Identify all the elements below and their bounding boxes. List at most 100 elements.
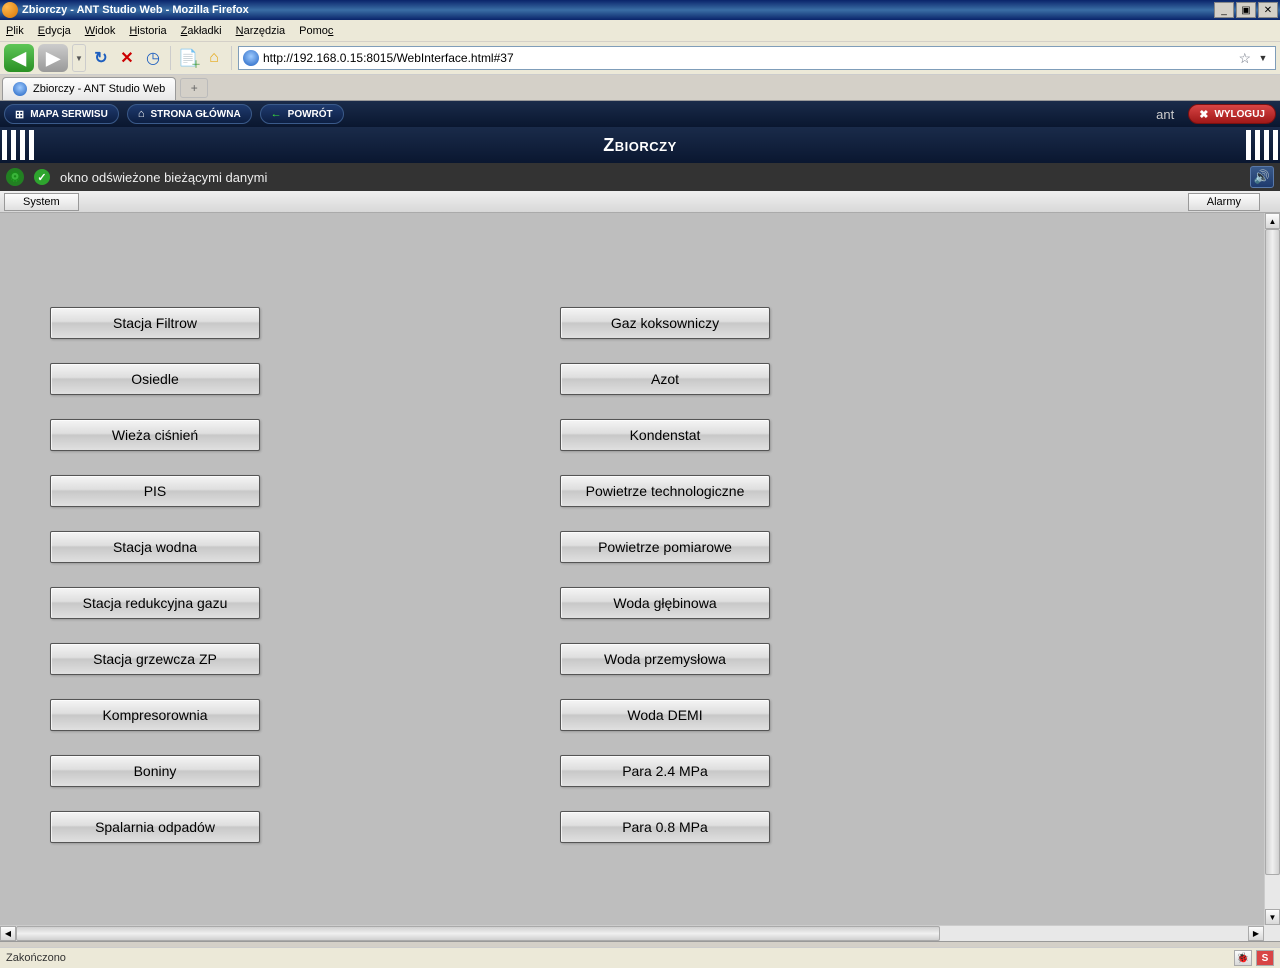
tab-alarms[interactable]: Alarmy xyxy=(1188,193,1260,211)
btn-woda-glebinowa[interactable]: Woda głębinowa xyxy=(560,587,770,619)
back-button[interactable]: ◀ xyxy=(4,44,34,72)
vscroll-track[interactable] xyxy=(1265,229,1280,909)
menu-bookmarks[interactable]: Zakładki xyxy=(181,25,222,37)
firebug-icon[interactable]: 🐞 xyxy=(1234,950,1252,966)
home-page-button[interactable]: ⌂ STRONA GŁÓWNA xyxy=(127,104,252,124)
url-dropdown[interactable]: ▼ xyxy=(1255,53,1271,63)
sub-tab-row: System Alarmy xyxy=(0,191,1280,213)
logout-button[interactable]: ✖ WYLOGUJ xyxy=(1188,104,1276,124)
tab-strip: Zbiorczy - ANT Studio Web + xyxy=(0,75,1280,101)
hscroll-thumb[interactable] xyxy=(16,926,940,941)
btn-woda-przemyslowa[interactable]: Woda przemysłowa xyxy=(560,643,770,675)
history-dropdown[interactable]: ▼ xyxy=(72,44,86,72)
btn-azot[interactable]: Azot xyxy=(560,363,770,395)
button-column-left: Stacja Filtrow Osiedle Wieża ciśnień PIS… xyxy=(50,307,260,843)
sitemap-icon: ⊞ xyxy=(15,108,24,121)
btn-pis[interactable]: PIS xyxy=(50,475,260,507)
status-message: okno odświeżone bieżącymi danymi xyxy=(60,170,267,185)
btn-boniny[interactable]: Boniny xyxy=(50,755,260,787)
btn-kompresorownia[interactable]: Kompresorownia xyxy=(50,699,260,731)
forward-button[interactable]: ▶ xyxy=(38,44,68,72)
username-label: ant xyxy=(1156,107,1174,122)
app-navbar: ⊞ MAPA SERWISU ⌂ STRONA GŁÓWNA ← POWRÓT … xyxy=(0,101,1280,127)
btn-woda-demi[interactable]: Woda DEMI xyxy=(560,699,770,731)
toolbar-divider-2 xyxy=(231,46,232,70)
page-header: Zbiorczy xyxy=(0,127,1280,163)
btn-wieza-cisnien[interactable]: Wieża ciśnień xyxy=(50,419,260,451)
content-area: Stacja Filtrow Osiedle Wieża ciśnień PIS… xyxy=(0,213,1280,941)
menu-help[interactable]: Pomoc xyxy=(299,25,333,37)
reload-button[interactable]: ↻ xyxy=(90,47,112,69)
horizontal-scrollbar[interactable]: ◀ ▶ xyxy=(0,925,1264,941)
scroll-down-button[interactable]: ▼ xyxy=(1265,909,1280,925)
hscroll-track[interactable] xyxy=(16,926,1248,941)
firefox-icon xyxy=(2,2,18,18)
scroll-up-button[interactable]: ▲ xyxy=(1265,213,1280,229)
scroll-left-button[interactable]: ◀ xyxy=(0,926,16,941)
toolbar-divider xyxy=(170,46,171,70)
window-titlebar: Zbiorczy - ANT Studio Web - Mozilla Fire… xyxy=(0,0,1280,20)
btn-stacja-grzewcza-zp[interactable]: Stacja grzewcza ZP xyxy=(50,643,260,675)
btn-kondenstat[interactable]: Kondenstat xyxy=(560,419,770,451)
menu-bar: Plik Edycja Widok Historia Zakładki Narz… xyxy=(0,20,1280,42)
menu-tools[interactable]: Narzędzia xyxy=(236,25,286,37)
menu-view[interactable]: Widok xyxy=(85,25,116,37)
btn-powietrze-pomiarowe[interactable]: Powietrze pomiarowe xyxy=(560,531,770,563)
site-map-label: MAPA SERWISU xyxy=(30,109,108,120)
btn-stacja-filtrow[interactable]: Stacja Filtrow xyxy=(50,307,260,339)
nav-toolbar: ◀ ▶ ▼ ↻ ✕ ◷ 📄＋ ⌂ http://192.168.0.15:801… xyxy=(0,42,1280,75)
btn-powietrze-technologiczne[interactable]: Powietrze technologiczne xyxy=(560,475,770,507)
site-favicon-icon xyxy=(243,50,259,66)
site-map-button[interactable]: ⊞ MAPA SERWISU xyxy=(4,104,119,124)
add-bookmark-button[interactable]: 📄＋ xyxy=(177,47,199,69)
sound-toggle-button[interactable]: 🔊 xyxy=(1250,166,1274,188)
return-button[interactable]: ← POWRÓT xyxy=(260,104,344,124)
browser-status-bar: Zakończono 🐞 S xyxy=(0,947,1280,968)
menu-file[interactable]: Plik xyxy=(6,25,24,37)
logout-label: WYLOGUJ xyxy=(1214,109,1265,120)
btn-stacja-redukcyjna-gazu[interactable]: Stacja redukcyjna gazu xyxy=(50,587,260,619)
tab-title: Zbiorczy - ANT Studio Web xyxy=(33,83,165,95)
bookmark-star-icon[interactable]: ☆ xyxy=(1238,50,1251,67)
btn-osiedle[interactable]: Osiedle xyxy=(50,363,260,395)
arrow-left-icon: ← xyxy=(271,108,282,120)
noscript-icon[interactable]: S xyxy=(1256,950,1274,966)
speaker-icon: 🔊 xyxy=(1254,169,1270,185)
home-page-label: STRONA GŁÓWNA xyxy=(150,109,240,120)
btn-gaz-koksowniczy[interactable]: Gaz koksowniczy xyxy=(560,307,770,339)
url-bar[interactable]: http://192.168.0.15:8015/WebInterface.ht… xyxy=(238,46,1276,70)
minimize-button[interactable]: _ xyxy=(1214,2,1234,18)
stop-button[interactable]: ✕ xyxy=(116,47,138,69)
return-label: POWRÓT xyxy=(288,109,333,120)
button-column-right: Gaz koksowniczy Azot Kondenstat Powietrz… xyxy=(560,307,770,843)
home-button[interactable]: ⌂ xyxy=(203,47,225,69)
btn-spalarnia-odpadow[interactable]: Spalarnia odpadów xyxy=(50,811,260,843)
activity-icon: ◷ xyxy=(142,47,164,69)
url-text[interactable]: http://192.168.0.15:8015/WebInterface.ht… xyxy=(263,51,1234,65)
menu-edit[interactable]: Edycja xyxy=(38,25,71,37)
btn-stacja-wodna[interactable]: Stacja wodna xyxy=(50,531,260,563)
check-icon: ✓ xyxy=(34,169,50,185)
browser-tab[interactable]: Zbiorczy - ANT Studio Web xyxy=(2,77,176,100)
new-tab-button[interactable]: + xyxy=(180,78,208,98)
scroll-right-button[interactable]: ▶ xyxy=(1248,926,1264,941)
vertical-scrollbar[interactable]: ▲ ▼ xyxy=(1264,213,1280,925)
window-title: Zbiorczy - ANT Studio Web - Mozilla Fire… xyxy=(22,4,1214,16)
page-title: Zbiorczy xyxy=(603,135,677,156)
btn-para-08-mpa[interactable]: Para 0.8 MPa xyxy=(560,811,770,843)
app-status-bar: ✓ okno odświeżone bieżącymi danymi 🔊 xyxy=(0,163,1280,191)
logout-icon: ✖ xyxy=(1199,108,1208,121)
browser-status-text: Zakończono xyxy=(6,952,66,964)
vscroll-thumb[interactable] xyxy=(1265,229,1280,875)
tab-system[interactable]: System xyxy=(4,193,79,211)
btn-para-24-mpa[interactable]: Para 2.4 MPa xyxy=(560,755,770,787)
header-stripes-right xyxy=(1246,127,1278,163)
header-stripes-left xyxy=(2,127,34,163)
menu-history[interactable]: Historia xyxy=(129,25,166,37)
restore-button[interactable]: ▣ xyxy=(1236,2,1256,18)
tab-favicon-icon xyxy=(13,82,27,96)
scrollbar-corner xyxy=(1264,925,1280,941)
close-button[interactable]: ✕ xyxy=(1258,2,1278,18)
gear-icon[interactable] xyxy=(6,168,24,186)
home-icon: ⌂ xyxy=(138,108,145,120)
